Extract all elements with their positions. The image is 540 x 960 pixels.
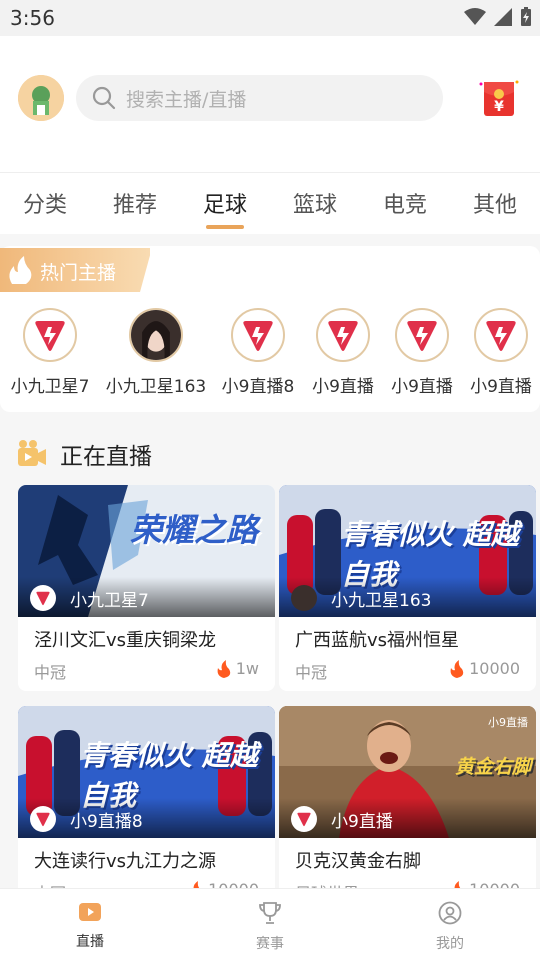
search-placeholder: 搜索主播/直播 (126, 88, 247, 111)
nav-label: 赛事 (256, 936, 284, 952)
bottom-navigation: 直播 赛事 我的 (0, 888, 540, 960)
match-title: 泾川文汇vs重庆铜梁龙 (34, 630, 217, 651)
thumbnail-banner-text: 荣耀之路 (130, 511, 259, 549)
live-card[interactable]: 黄金右脚 小9直播 小9直播 贝克汉黄金右脚 足球世界 10000 (279, 706, 536, 912)
tab-basketball[interactable]: 篮球 (280, 187, 350, 219)
anchor-logo-avatar (474, 308, 528, 362)
host-logo-icon (291, 806, 317, 832)
live-section-title: 正在直播 (60, 444, 152, 470)
nav-label: 直播 (76, 934, 104, 950)
anchor-item[interactable]: 小九卫星7 (8, 308, 92, 397)
red-packet-icon[interactable]: ¥ (478, 78, 520, 118)
anchor-item[interactable]: 小9直播8 (218, 308, 298, 397)
match-category: 中冠 (34, 663, 67, 682)
trophy-icon (259, 902, 281, 924)
wifi-icon (464, 8, 486, 25)
anchor-name: 小九卫星163 (105, 377, 207, 397)
nav-mine[interactable]: 我的 (410, 901, 490, 953)
host-logo-icon (30, 806, 56, 832)
host-name: 小九卫星7 (70, 590, 149, 611)
anchor-logo-avatar (395, 308, 449, 362)
signal-icon (494, 8, 512, 26)
hot-anchors-badge: 热门主播 (0, 248, 150, 292)
live-thumbnail: 青春似火 超越自我 小9直播8 (18, 706, 275, 838)
status-time: 3:56 (10, 6, 55, 30)
category-tabs: 分类 推荐 足球 篮球 电竞 其他 (0, 172, 540, 234)
anchor-name: 小9直播 (470, 377, 532, 397)
match-title: 广西蓝航vs福州恒星 (295, 630, 460, 651)
live-card[interactable]: 青春似火 超越自我 小九卫星163 广西蓝航vs福州恒星 中冠 10000 (279, 485, 536, 691)
heat-count: 1w (216, 659, 259, 678)
tab-category[interactable]: 分类 (10, 187, 80, 219)
anchor-item[interactable]: 小九卫星163 (104, 308, 208, 397)
heat-value: 1w (235, 659, 259, 678)
host-name: 小九卫星163 (331, 590, 432, 611)
live-host: 小9直播 (291, 806, 393, 832)
anchor-logo-avatar (316, 308, 370, 362)
anchor-photo-avatar (129, 308, 183, 362)
live-thumbnail: 荣耀之路 小九卫星7 (18, 485, 275, 617)
live-host: 小九卫星7 (30, 585, 149, 611)
live-host: 小9直播8 (30, 806, 143, 832)
live-thumbnail: 黄金右脚 小9直播 小9直播 (279, 706, 536, 838)
thumbnail-banner-text: 黄金右脚 (455, 756, 532, 778)
play-icon (79, 903, 101, 921)
video-camera-icon (18, 440, 46, 466)
host-avatar (291, 585, 317, 611)
tab-football[interactable]: 足球 (190, 187, 260, 219)
tab-other[interactable]: 其他 (460, 187, 530, 219)
host-name: 小9直播 (331, 811, 393, 832)
battery-icon (521, 7, 531, 26)
match-category: 中冠 (295, 663, 328, 682)
heat-count: 10000 (449, 659, 520, 678)
host-name: 小9直播8 (70, 811, 143, 832)
svg-text:¥: ¥ (494, 99, 504, 115)
search-bar[interactable]: 搜索主播/直播 (76, 75, 443, 121)
hot-anchors-title: 热门主播 (40, 262, 117, 284)
host-logo-icon (30, 585, 56, 611)
match-title: 大连读行vs九江力之源 (34, 851, 217, 872)
anchor-name: 小9直播8 (221, 377, 295, 397)
active-tab-indicator (206, 225, 244, 229)
anchor-name: 小九卫星7 (10, 377, 90, 397)
my-avatar[interactable] (18, 75, 64, 121)
anchor-logo-avatar (231, 308, 285, 362)
match-title: 贝克汉黄金右脚 (295, 851, 421, 872)
nav-events[interactable]: 赛事 (230, 901, 310, 953)
live-card[interactable]: 青春似火 超越自我 小9直播8 大连读行vs九江力之源 中冠 10000 (18, 706, 275, 912)
tab-esports[interactable]: 电竞 (370, 187, 440, 219)
live-host: 小九卫星163 (291, 585, 431, 611)
nav-label: 我的 (436, 936, 464, 952)
anchor-item[interactable]: 小9直播 (466, 308, 536, 397)
anchor-name: 小9直播 (312, 377, 374, 397)
live-card[interactable]: 荣耀之路 小九卫星7 泾川文汇vs重庆铜梁龙 中冠 1w (18, 485, 275, 691)
fire-icon (450, 659, 464, 678)
fire-icon (217, 659, 230, 678)
search-icon (92, 86, 116, 110)
tab-recommend[interactable]: 推荐 (100, 187, 170, 219)
anchor-name: 小9直播 (391, 377, 453, 397)
anchor-logo-avatar (23, 308, 77, 362)
hot-anchors-section: 热门主播 小九卫星7 小九卫星163 小9直播8 小9直播 小9直播 小9直播 (0, 246, 540, 412)
nav-live[interactable]: 直播 (50, 901, 130, 951)
live-section-header: 正在直播 (16, 436, 152, 472)
anchor-item[interactable]: 小9直播 (387, 308, 457, 397)
brand-watermark: 小9直播 (488, 716, 528, 729)
anchor-item[interactable]: 小9直播 (308, 308, 378, 397)
user-icon (438, 901, 462, 925)
heat-value: 10000 (469, 659, 520, 678)
live-thumbnail: 青春似火 超越自我 小九卫星163 (279, 485, 536, 617)
status-bar: 3:56 (0, 0, 540, 36)
